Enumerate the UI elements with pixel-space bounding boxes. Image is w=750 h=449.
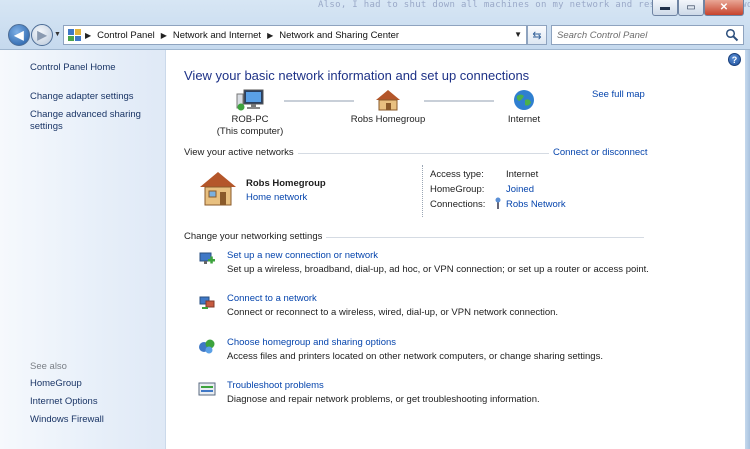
homegroup-sharing-link[interactable]: Choose homegroup and sharing options [227, 337, 396, 348]
page-title: View your basic network information and … [184, 68, 530, 83]
homegroup-house-icon [200, 172, 236, 206]
sidebar-item-windows-firewall[interactable]: Windows Firewall [30, 414, 104, 426]
homegroup-sharing-icon [199, 339, 215, 354]
map-node-computer[interactable]: ROB-PC (This computer) [208, 88, 292, 138]
troubleshoot-desc: Diagnose and repair network problems, or… [227, 394, 540, 405]
access-type-value: Internet [506, 169, 539, 180]
internet-name: Internet [507, 114, 541, 125]
homegroup-name: Robs Homegroup [350, 114, 426, 125]
access-type-label: Access type: [430, 169, 484, 180]
connect-network-desc: Connect or reconnect to a wireless, wire… [227, 307, 559, 318]
see-also-heading: See also [30, 361, 67, 372]
troubleshoot-icon [198, 382, 216, 396]
search-box[interactable] [551, 25, 744, 45]
active-network-name: Robs Homegroup [246, 178, 326, 189]
refresh-icon: ⇆ [532, 29, 542, 42]
window-border [745, 50, 750, 449]
breadcrumb-control-panel[interactable]: Control Panel [95, 30, 157, 41]
connection-robs-network-link[interactable]: Robs Network [506, 199, 566, 210]
computer-sub: (This computer) [216, 126, 284, 137]
refresh-button[interactable]: ⇆ [527, 25, 547, 45]
chevron-right-icon[interactable]: ▶ [161, 31, 167, 40]
back-button[interactable]: ◀ [8, 24, 30, 46]
vertical-separator [422, 165, 423, 217]
troubleshoot-link[interactable]: Troubleshoot problems [227, 380, 324, 391]
wireless-signal-icon [495, 197, 501, 209]
see-full-map-link[interactable]: See full map [592, 89, 645, 100]
connections-label: Connections: [430, 199, 486, 210]
close-button[interactable]: ✕ [704, 0, 744, 16]
search-input[interactable] [557, 29, 717, 41]
active-network-type-link[interactable]: Home network [246, 192, 307, 203]
computer-icon [236, 89, 264, 111]
arrow-left-icon: ◀ [14, 28, 24, 42]
recent-pages-dropdown[interactable]: ▼ [54, 31, 61, 38]
computer-name: ROB-PC [231, 114, 269, 125]
setup-connection-desc: Set up a wireless, broadband, dial-up, a… [227, 264, 649, 275]
connect-or-disconnect-link[interactable]: Connect or disconnect [549, 147, 648, 158]
control-panel-icon [68, 29, 81, 41]
connect-network-icon [199, 296, 215, 309]
globe-icon [514, 90, 534, 110]
sidebar-item-change-adapter-settings[interactable]: Change adapter settings [30, 91, 134, 103]
sidebar: Control Panel Home Change adapter settin… [0, 50, 166, 449]
networking-settings-heading: Change your networking settings [184, 231, 327, 242]
homegroup-joined-link[interactable]: Joined [506, 184, 534, 195]
map-connector [284, 100, 354, 102]
arrow-right-icon: ▶ [37, 28, 47, 42]
sidebar-item-advanced-sharing[interactable]: Change advanced sharing settings [30, 109, 150, 133]
chevron-right-icon[interactable]: ▶ [267, 31, 273, 40]
main-content: ? View your basic network information an… [166, 50, 750, 449]
maximize-button[interactable]: ▭ [678, 0, 704, 16]
breadcrumb-network-sharing-center[interactable]: Network and Sharing Center [277, 30, 401, 41]
help-icon: ? [731, 54, 738, 65]
search-icon[interactable] [725, 28, 739, 42]
homegroup-house-icon [376, 90, 400, 111]
breadcrumb-network-and-internet[interactable]: Network and Internet [171, 30, 263, 41]
forward-button[interactable]: ▶ [31, 24, 53, 46]
sidebar-item-homegroup[interactable]: HomeGroup [30, 378, 82, 390]
sidebar-item-internet-options[interactable]: Internet Options [30, 396, 98, 408]
homegroup-sharing-desc: Access files and printers located on oth… [227, 351, 603, 362]
active-networks-heading: View your active networks [184, 147, 298, 158]
chevron-right-icon[interactable]: ▶ [85, 31, 91, 40]
help-button[interactable]: ? [728, 53, 741, 66]
map-node-homegroup[interactable]: Robs Homegroup [346, 88, 430, 126]
connect-network-link[interactable]: Connect to a network [227, 293, 317, 304]
new-connection-icon [199, 252, 215, 264]
address-bar[interactable]: ▶ Control Panel ▶ Network and Internet ▶… [63, 25, 527, 45]
window-titlebar: Also, I had to shut down all machines on… [0, 0, 750, 50]
address-dropdown-icon[interactable]: ▼ [514, 30, 522, 39]
minimize-button[interactable]: ▬ [652, 0, 678, 16]
map-node-internet[interactable]: Internet [482, 88, 566, 126]
homegroup-label: HomeGroup: [430, 184, 485, 195]
setup-connection-link[interactable]: Set up a new connection or network [227, 250, 378, 261]
sidebar-item-control-panel-home[interactable]: Control Panel Home [30, 62, 116, 74]
